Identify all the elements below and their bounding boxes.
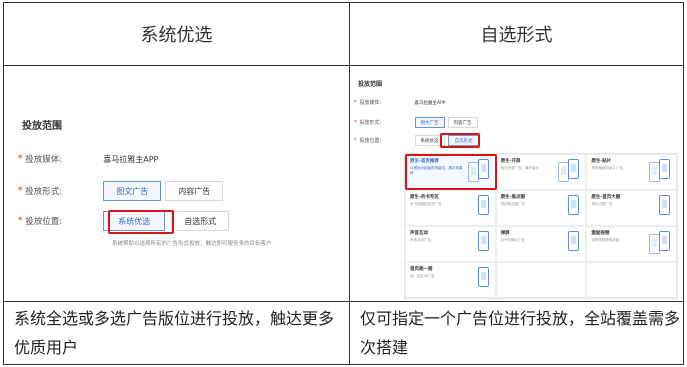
phone-icon [658,231,670,251]
header-system-optimized: 系统优选 [140,25,213,46]
placement-card[interactable]: 原生-贴片 声音播放前贴片广告 [586,154,677,190]
phone-icon [477,195,489,215]
phone-icon [658,195,670,215]
option-custom-form[interactable]: 自选形式 [171,211,230,231]
placement-card[interactable]: 原生-听书专区 听书频道信息流广告 [405,190,496,226]
highlight-box [405,154,497,190]
required-mark: * [18,216,23,226]
required-mark: * [354,99,357,106]
placement-empty [495,262,587,298]
option-content-ad[interactable]: 内容广告 [165,181,224,201]
media-row: * 投放媒体: 喜马拉雅主APP [354,99,446,107]
phone-icon [658,159,670,179]
required-mark: * [18,154,23,164]
position-label: 投放位置: [359,138,382,144]
phone-icon [568,231,580,251]
media-label: 投放媒体: [359,100,382,106]
form-label: 投放形式: [25,187,63,197]
hint-text: 系统帮助以选择所有的广告形式投放，触达即可服务多的目标客户 [112,241,272,247]
required-mark: * [354,137,357,144]
media-value[interactable]: 喜马拉雅主APP [103,154,158,165]
placement-card[interactable]: 激励视频 观看视频获取奖励 [586,226,677,262]
phone-icon [477,267,489,287]
placement-card[interactable]: 原生-开屏 首页开屏广告，曝光量大 [495,154,587,190]
form-label: 投放形式: [359,120,382,126]
form-row: * 投放形式: 图文广告 内容广告 [18,181,224,201]
required-mark: * [354,119,357,126]
highlight-box [440,133,480,148]
option-image-text-ad[interactable]: 图文广告 [103,181,162,201]
placement-card[interactable]: 原生-焦点图 首页焦点图广告 [495,190,587,226]
placement-card[interactable]: 原生-首页大图 首页大图广告 [586,190,677,226]
section-title: 投放范围 [358,81,383,88]
media-label: 投放媒体: [25,155,63,165]
section-title: 投放范围 [22,121,62,132]
footer-left-text: 系统全选或多选广告版位进行投放，触达更多优质用户 [14,309,335,357]
phone-icon [477,231,489,251]
position-label: 投放位置: [25,217,63,227]
footer-right-text: 仅可指定一个广告位进行投放，全站覆盖需多次搭建 [360,309,681,357]
media-row: * 投放媒体: 喜马拉雅主APP [18,153,158,165]
required-mark: * [18,186,23,196]
form-row: * 投放形式: 图文广告 内容广告 [354,117,478,128]
left-screenshot: 投放范围 * 投放媒体: 喜马拉雅主APP * 投放形式: 图文广告 内容广告 … [4,67,349,301]
header-custom-form: 自选形式 [480,25,553,46]
option-content-ad[interactable]: 内容广告 [447,117,478,128]
right-screenshot: 投放范围 * 投放媒体: 喜马拉雅主APP * 投放形式: 图文广告 内容广告 … [350,67,685,301]
phone-icon [568,159,580,179]
placement-card[interactable]: 声音互动 声音互动广告 [405,226,496,262]
placement-empty [586,262,677,298]
media-value[interactable]: 喜马拉雅主APP [415,100,446,106]
option-image-text-ad[interactable]: 图文广告 [414,117,445,128]
placement-card[interactable]: 弹屏 APP内弹出广告 [495,226,587,262]
placement-card[interactable]: 首页摇一摇 摇一摇互动广告 [405,262,496,298]
comparison-table: 系统优选 自选形式 投放范围 * 投放媒体: 喜马拉雅主APP * 投放形式: … [3,2,684,365]
highlight-box [108,210,174,234]
phone-icon [568,195,580,215]
footer-divider [4,301,683,302]
header-divider [4,65,683,66]
